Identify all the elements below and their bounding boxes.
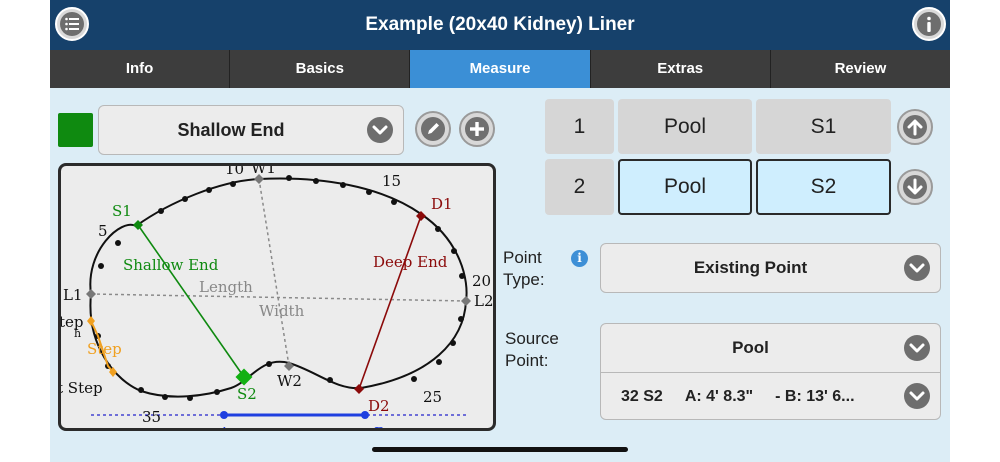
source-point-b: - B: 13' 6... (775, 388, 855, 405)
point-row-1-source[interactable]: Pool (618, 99, 752, 154)
title-bar: Example (20x40 Kidney) Liner (50, 0, 950, 50)
label-deep-end: Deep End (373, 253, 448, 271)
source-point-detail[interactable]: 32 S2 A: 4' 8.3" - B: 13' 6... (621, 373, 898, 421)
tab-bar: Info Basics Measure Extras Review (50, 50, 950, 88)
label-n25: 25 (423, 388, 442, 406)
marker-l1 (86, 289, 96, 299)
pool-outline (89, 177, 468, 398)
label-n20: 20 (472, 272, 491, 290)
pool-diagram[interactable]: 10 W1 15 D1 S1 5 Shallow End Deep End 20… (58, 163, 496, 431)
perimeter-dots (95, 175, 465, 401)
source-point-label: Source Point: (505, 329, 559, 370)
label-width: Width (259, 302, 305, 320)
label-shallow-end: Shallow End (123, 256, 219, 274)
point-type-info-icon[interactable]: i (571, 250, 588, 267)
source-point-value: Pool (732, 338, 769, 357)
chevron-down-icon (367, 117, 393, 143)
app-window: Example (20x40 Kidney) Liner Info Basics… (50, 0, 950, 462)
label-n5: 5 (98, 222, 108, 240)
home-indicator[interactable] (372, 447, 628, 452)
plus-icon (465, 117, 489, 141)
source-point-dropdown[interactable]: Pool 32 S2 A: 4' 8.3" - B: 13' 6... (600, 323, 941, 420)
info-icon (917, 12, 941, 36)
tab-review[interactable]: Review (770, 50, 950, 88)
arrow-down-icon (903, 175, 927, 199)
point-type-label: Point Type: (503, 248, 545, 289)
deep-end-line (358, 215, 422, 390)
marker-d2 (354, 384, 364, 394)
label-l1: L1 (63, 286, 83, 304)
source-point-id: 32 S2 (621, 388, 663, 405)
point-type-dropdown[interactable]: Existing Point (600, 243, 941, 293)
measure-point-a (220, 411, 228, 419)
tab-basics[interactable]: Basics (230, 50, 411, 88)
page-title: Example (20x40 Kidney) Liner (365, 14, 635, 35)
label-bar-b: B (374, 424, 385, 428)
point-row-1-index[interactable]: 1 (545, 99, 614, 154)
label-d1: D1 (431, 195, 453, 213)
add-area-button[interactable] (459, 111, 495, 147)
label-n15: 15 (382, 172, 401, 190)
info-button[interactable] (912, 7, 946, 41)
chevron-down-icon (904, 255, 930, 281)
tab-measure[interactable]: Measure (410, 50, 591, 88)
point-type-value: Existing Point (693, 258, 808, 277)
marker-s2 (235, 368, 253, 386)
width-line (258, 178, 290, 367)
marker-l2 (461, 296, 471, 306)
label-bar-a: A (218, 424, 230, 428)
label-step-small: h (74, 327, 81, 340)
label-l2: L2 (474, 292, 493, 310)
label-d2: D2 (368, 397, 390, 415)
label-n35: 35 (142, 408, 161, 426)
chevron-down-icon[interactable] (904, 383, 930, 409)
tab-extras[interactable]: Extras (590, 50, 771, 88)
marker-step-1 (87, 316, 95, 326)
area-dropdown-value: Shallow End (177, 119, 285, 140)
arrow-up-icon (903, 115, 927, 139)
pencil-icon (421, 117, 445, 141)
point-row-2-name[interactable]: S2 (756, 159, 891, 215)
point-row-2-source[interactable]: Pool (618, 159, 752, 215)
tab-info[interactable]: Info (50, 50, 231, 88)
area-dropdown[interactable]: Shallow End (98, 105, 404, 155)
edit-area-button[interactable] (415, 111, 451, 147)
label-s2: S2 (237, 385, 257, 403)
label-n10: 10 (225, 166, 244, 178)
label-w2: W2 (277, 372, 302, 390)
move-down-button[interactable] (897, 169, 933, 205)
area-color-swatch (58, 113, 93, 147)
source-point-a: A: 4' 8.3" (684, 388, 754, 405)
move-up-button[interactable] (897, 109, 933, 145)
label-s1: S1 (112, 202, 132, 220)
label-step-bottom: t Step (61, 379, 103, 397)
label-step: Step (87, 340, 122, 358)
chevron-down-icon[interactable] (904, 335, 930, 361)
point-row-1-name[interactable]: S1 (756, 99, 891, 154)
label-length: Length (199, 278, 253, 296)
point-row-2-index[interactable]: 2 (545, 159, 614, 215)
label-w1: W1 (251, 166, 276, 177)
shallow-end-line (137, 224, 245, 378)
